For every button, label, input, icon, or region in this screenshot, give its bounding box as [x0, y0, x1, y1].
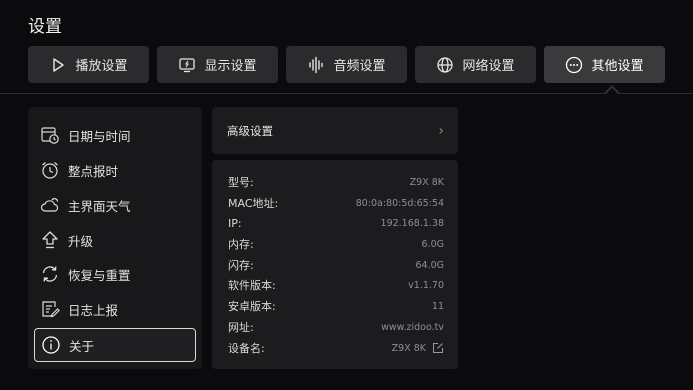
info-row-software-version: 软件版本: v1.1.70: [228, 277, 444, 293]
info-value: 64.0G: [415, 259, 444, 271]
info-value: 6.0G: [421, 238, 444, 250]
info-row-storage: 闪存: 64.0G: [228, 257, 444, 273]
tab-label: 播放设置: [75, 59, 128, 74]
play-icon: [53, 57, 65, 72]
info-row-ip: IP: 192.168.1.38: [228, 215, 444, 231]
info-key: MAC地址:: [228, 197, 279, 210]
info-value: 192.168.1.38: [380, 217, 444, 229]
info-row-mac: MAC地址: 80:0a:80:5d:65:54: [228, 195, 444, 211]
globe-icon: [437, 56, 454, 73]
info-row-android-version: 安卓版本: 11: [228, 298, 444, 314]
info-key: 闪存:: [228, 259, 254, 272]
alarm-clock-icon: [42, 162, 58, 179]
advanced-settings-item[interactable]: 高级设置 ›: [212, 107, 458, 154]
calendar-clock-icon: [41, 127, 59, 144]
tab-playback[interactable]: 播放设置: [28, 46, 149, 83]
sidebar-item-label: 升级: [68, 233, 94, 249]
info-value: www.zidoo.tv: [381, 321, 444, 333]
tab-other[interactable]: 其他设置: [544, 46, 665, 83]
info-row-website: 网址: www.zidoo.tv: [228, 319, 444, 335]
log-report-icon: [42, 301, 60, 318]
display-icon: [179, 57, 196, 72]
sidebar-item-label: 主界面天气: [68, 198, 131, 214]
info-key: IP:: [228, 216, 242, 230]
active-tab-pointer-fill: [606, 88, 618, 94]
sidebar-item-weather[interactable]: 主界面天气: [34, 189, 196, 221]
tab-label: 显示设置: [204, 59, 257, 74]
sidebar-item-reset[interactable]: 恢复与重置: [34, 258, 196, 290]
upgrade-arrow-icon: [42, 231, 58, 249]
info-icon: [42, 336, 60, 354]
chevron-right-icon: ›: [438, 122, 444, 139]
sidebar-item-label: 整点报时: [68, 163, 119, 179]
tab-network[interactable]: 网络设置: [415, 46, 536, 83]
settings-tabs: 播放设置 显示设置 音频设置 网络设置 其他设置: [28, 46, 665, 83]
info-value: 11: [431, 300, 444, 312]
info-row-device-name[interactable]: 设备名: Z9X 8K: [228, 340, 444, 356]
device-name-value: Z9X 8K: [392, 342, 444, 354]
info-value: v1.1.70: [408, 279, 444, 291]
sidebar-item-label: 日期与时间: [68, 128, 131, 144]
info-key: 设备名:: [228, 342, 265, 355]
info-key: 内存:: [228, 238, 254, 251]
info-value: 80:0a:80:5d:65:54: [355, 197, 444, 209]
sidebar-item-label: 关于: [69, 338, 95, 354]
info-row-model: 型号: Z9X 8K: [228, 174, 444, 190]
info-key: 型号:: [228, 176, 254, 189]
advanced-settings-label: 高级设置: [227, 123, 273, 138]
info-value: Z9X 8K: [391, 342, 426, 354]
sidebar-item-log-report[interactable]: 日志上报: [34, 293, 196, 325]
device-info-panel: 型号: Z9X 8K MAC地址: 80:0a:80:5d:65:54 IP: …: [212, 160, 458, 369]
sidebar-item-label: 恢复与重置: [68, 267, 131, 283]
sidebar-item-label: 日志上报: [68, 302, 119, 318]
tab-divider: [0, 93, 693, 94]
tab-display[interactable]: 显示设置: [157, 46, 278, 83]
sidebar: 日期与时间 整点报时 主界面天气 升级 恢复与重置 日志上报 关于: [28, 107, 202, 369]
audio-wave-icon: [309, 56, 324, 73]
tab-label: 音频设置: [333, 59, 386, 74]
reset-icon: [42, 266, 58, 282]
info-key: 网址:: [228, 321, 254, 334]
tab-label: 网络设置: [462, 59, 515, 74]
sidebar-item-hourly-chime[interactable]: 整点报时: [34, 154, 196, 186]
info-value: Z9X 8K: [409, 176, 444, 188]
info-key: 软件版本:: [228, 279, 276, 292]
sidebar-item-date-time[interactable]: 日期与时间: [34, 119, 196, 151]
weather-icon: [40, 198, 59, 212]
page-title: 设置: [28, 17, 62, 37]
tab-audio[interactable]: 音频设置: [286, 46, 407, 83]
sidebar-item-about[interactable]: 关于: [34, 328, 196, 362]
info-key: 安卓版本:: [228, 300, 276, 313]
tab-label: 其他设置: [591, 59, 644, 74]
info-row-memory: 内存: 6.0G: [228, 236, 444, 252]
more-icon: [566, 56, 583, 73]
sidebar-item-upgrade[interactable]: 升级: [34, 224, 196, 256]
edit-icon[interactable]: [432, 342, 444, 354]
